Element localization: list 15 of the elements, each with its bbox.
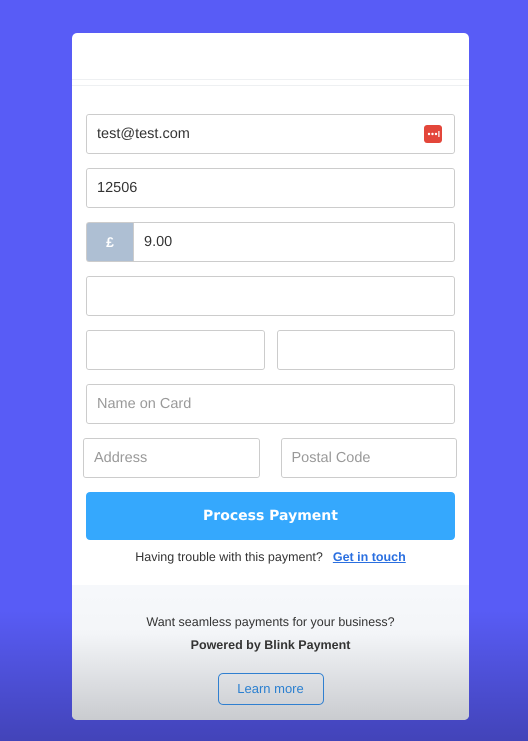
input-field[interactable]: test@test.com	[86, 114, 455, 154]
input-field[interactable]	[86, 330, 264, 370]
input-field[interactable]: Postal Code	[280, 438, 457, 478]
get-in-touch-link[interactable]: Get in touch	[332, 550, 406, 564]
help-text: Having trouble with this payment?	[135, 550, 323, 564]
powered-by-text: Powered by Blink Payment	[190, 636, 352, 654]
amount-field[interactable]: 9.00	[133, 222, 455, 262]
input-field[interactable]: Name on Card	[86, 384, 455, 424]
input-field[interactable]	[276, 330, 455, 370]
password-manager-icon[interactable]	[424, 125, 442, 143]
currency-prefix: £	[86, 222, 133, 262]
input-field[interactable]	[86, 276, 455, 316]
footer-text: Want seamless payments for your business?	[145, 614, 396, 631]
input-field[interactable]: Address	[83, 438, 260, 478]
input-field[interactable]: 12506	[86, 168, 455, 208]
